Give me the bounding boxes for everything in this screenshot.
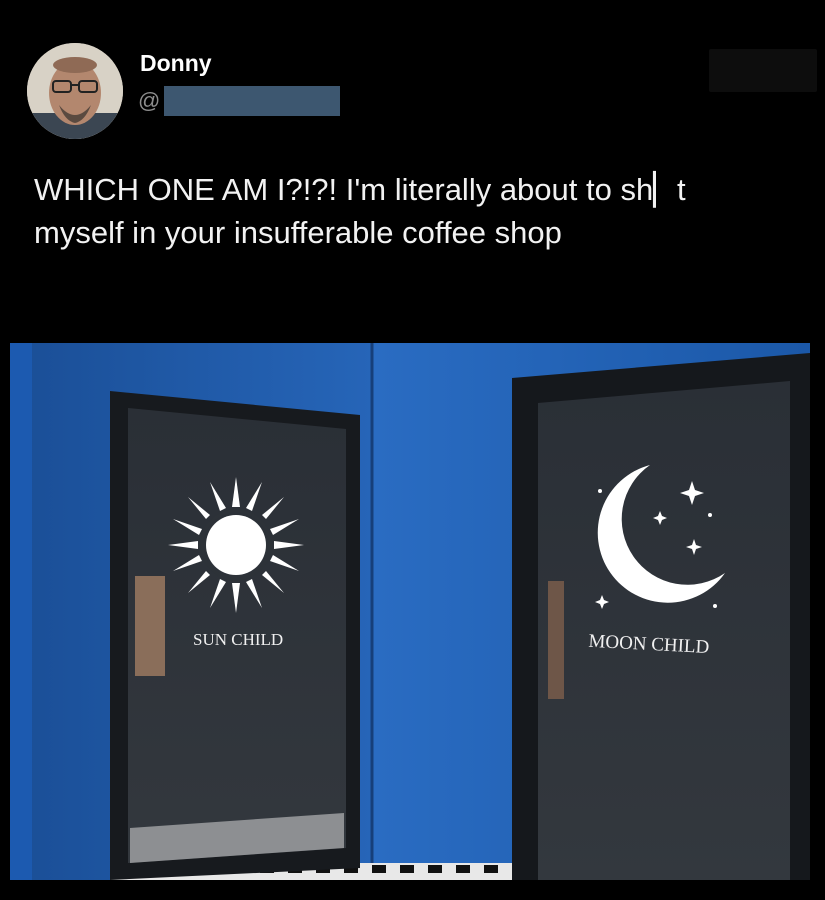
right-door-push-plate [548, 581, 564, 699]
left-door-push-plate [135, 576, 165, 676]
follow-area-redaction [709, 49, 817, 92]
sun-child-sign: SUN CHILD [193, 630, 283, 649]
restroom-doors-photo: SUN CHILD MOON CHILD [10, 343, 810, 880]
avatar-photo [27, 43, 123, 139]
attached-photo[interactable]: SUN CHILD MOON CHILD [10, 343, 810, 880]
sun-icon [168, 477, 304, 613]
tweet-text-line-1: WHICH ONE AM I?!?! I'm literally about t… [34, 172, 686, 207]
tweet-text-line-2: myself in your insufferable coffee shop [34, 215, 562, 250]
author-handle[interactable]: @ [138, 86, 340, 116]
tweet-text: WHICH ONE AM I?!?! I'm literally about t… [34, 168, 794, 254]
handle-at-symbol: @ [138, 88, 161, 113]
author-name[interactable]: Donny [140, 50, 212, 77]
handle-redaction [164, 86, 340, 116]
avatar[interactable] [27, 43, 123, 139]
